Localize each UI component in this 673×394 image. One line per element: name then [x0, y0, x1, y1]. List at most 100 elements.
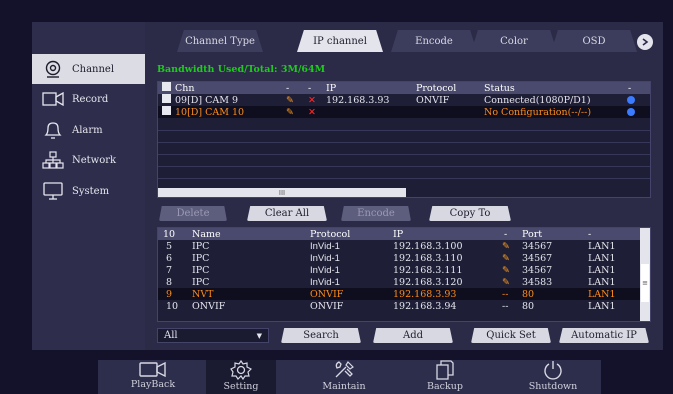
net-cell: LAN1 — [588, 288, 616, 300]
ip-cell: 192.168.3.100 — [393, 240, 463, 252]
net-cell: LAN1 — [588, 252, 616, 264]
edit-cell[interactable]: ✎ — [502, 265, 510, 276]
device-search-table: 10 Name Protocol IP - Port - 5 IPC InVid-1… — [157, 227, 651, 322]
port-cell: 80 — [522, 288, 535, 300]
ip-cell: 192.168.3.111 — [393, 264, 463, 276]
edit-cell[interactable]: -- — [502, 289, 508, 300]
name-cell: ONVIF — [192, 300, 226, 312]
vertical-scrollbar[interactable]: ≡ — [640, 228, 650, 321]
name-cell: IPC — [192, 240, 210, 252]
dock-playback[interactable]: PlayBack — [118, 360, 188, 394]
bandwidth-label: Bandwidth Used/Total: 3M/64M — [157, 64, 326, 75]
edit-icon[interactable]: ✎ — [286, 107, 294, 118]
protocol-cell: InVid-1 — [310, 264, 340, 276]
connect-icon[interactable] — [627, 108, 635, 116]
protocol-cell: ONVIF — [310, 288, 344, 300]
delete-button[interactable]: Delete — [159, 206, 227, 221]
delete-icon[interactable]: ✕ — [308, 95, 316, 106]
search-button[interactable]: Search — [281, 328, 361, 343]
dock-setting[interactable]: Setting — [206, 360, 276, 394]
tab-encode[interactable]: Encode — [391, 30, 477, 52]
dock-backup[interactable]: Backup — [410, 360, 480, 394]
chn-cell: 10[D] CAM 10 — [175, 106, 245, 118]
table-row[interactable]: 10[D] CAM 10 ✎ ✕ No Configuration(--/--) — [158, 106, 650, 118]
header-checkbox[interactable] — [162, 82, 171, 94]
tab-next-button[interactable] — [637, 34, 653, 50]
col-protocol: Protocol — [416, 82, 457, 94]
edit-cell[interactable]: ✎ — [502, 277, 510, 288]
dock-maintain[interactable]: Maintain — [309, 360, 379, 394]
bottom-dock: PlayBack Setting Maintain Backup Shutdow… — [98, 360, 601, 394]
ip-cell: 192.168.3.94 — [393, 300, 457, 312]
camera-lens-icon — [42, 60, 64, 78]
name-cell: NVT — [192, 288, 214, 300]
dock-label: Setting — [223, 381, 259, 392]
col-delete: - — [308, 82, 312, 94]
clear-all-button[interactable]: Clear All — [247, 206, 327, 221]
sidebar-item-label: System — [72, 185, 110, 197]
encode-button[interactable]: Encode — [341, 206, 411, 221]
scroll-thumb[interactable]: ≡ — [641, 264, 649, 302]
sidebar-item-channel[interactable]: Channel — [32, 54, 145, 84]
table-row[interactable]: 5 IPC InVid-1 192.168.3.100 ✎ 34567 LAN1 — [158, 240, 650, 252]
device-table-header: 10 Name Protocol IP - Port - — [158, 228, 650, 240]
edit-cell[interactable]: ✎ — [502, 253, 510, 264]
col-edit: - — [504, 228, 508, 240]
playback-icon — [139, 361, 166, 378]
channel-table: Chn - - IP Protocol Status - 09[D] CAM 9… — [157, 81, 651, 198]
sidebar-item-record[interactable]: Record — [32, 84, 145, 114]
col-protocol: Protocol — [310, 228, 351, 240]
chn-cell: 09[D] CAM 9 — [175, 94, 239, 106]
grid-line — [158, 130, 650, 131]
edit-icon[interactable]: ✎ — [286, 95, 294, 106]
sidebar-item-label: Network — [72, 154, 117, 166]
tab-osd[interactable]: OSD — [551, 30, 637, 52]
sidebar-item-alarm[interactable]: Alarm — [32, 115, 145, 145]
table-row[interactable]: 10 ONVIF ONVIF 192.168.3.94 -- 80 LAN1 — [158, 300, 650, 312]
sidebar-item-label: Alarm — [72, 124, 103, 136]
grid-line — [158, 154, 650, 155]
row-checkbox[interactable] — [162, 94, 171, 106]
col-ip: IP — [393, 228, 404, 240]
connect-icon[interactable] — [627, 96, 635, 104]
delete-icon[interactable]: ✕ — [308, 107, 316, 118]
filter-dropdown[interactable]: All ▼ — [157, 328, 269, 343]
table-row[interactable]: 6 IPC InVid-1 192.168.3.110 ✎ 34567 LAN1 — [158, 252, 650, 264]
edit-cell[interactable]: ✎ — [502, 241, 510, 252]
col-ip: IP — [326, 82, 337, 94]
protocol-cell: InVid-1 — [310, 276, 340, 288]
edit-cell[interactable]: -- — [502, 301, 508, 312]
no-cell: 8 — [166, 276, 173, 288]
quick-set-button[interactable]: Quick Set — [471, 328, 551, 343]
sidebar-item-system[interactable]: System — [32, 176, 145, 206]
automatic-ip-button[interactable]: Automatic IP — [559, 328, 649, 343]
port-cell: 34567 — [522, 252, 553, 264]
sidebar-item-network[interactable]: Network — [32, 145, 145, 175]
dock-shutdown[interactable]: Shutdown — [518, 360, 588, 394]
port-cell: 34567 — [522, 264, 553, 276]
table-row[interactable]: 8 IPC InVid-1 192.168.3.120 ✎ 34583 LAN1 — [158, 276, 650, 288]
sidebar-item-label: Record — [72, 93, 109, 105]
table-row[interactable]: 09[D] CAM 9 ✎ ✕ 192.168.3.93 ONVIF Conne… — [158, 94, 650, 106]
horizontal-scrollbar[interactable]: III — [158, 188, 406, 197]
col-count: 10 — [163, 228, 176, 240]
col-name: Name — [192, 228, 221, 240]
tab-color[interactable]: Color — [471, 30, 557, 52]
ip-cell: 192.168.3.93 — [393, 288, 457, 300]
protocol-cell: ONVIF — [416, 94, 450, 106]
status-cell: No Configuration(--/--) — [484, 106, 592, 118]
add-button[interactable]: Add — [373, 328, 453, 343]
monitor-icon — [42, 182, 64, 200]
col-net: - — [588, 228, 592, 240]
tab-channel-type[interactable]: Channel Type — [177, 30, 263, 52]
copy-to-button[interactable]: Copy To — [429, 206, 511, 221]
no-cell: 9 — [166, 288, 173, 300]
col-chn: Chn — [175, 82, 195, 94]
col-action: - — [628, 82, 632, 94]
row-checkbox[interactable] — [162, 106, 171, 118]
table-row[interactable]: 7 IPC InVid-1 192.168.3.111 ✎ 34567 LAN1 — [158, 264, 650, 276]
tab-ip-channel[interactable]: IP channel — [297, 30, 383, 52]
table-row[interactable]: 9 NVT ONVIF 192.168.3.93 -- 80 LAN1 — [158, 288, 650, 300]
net-cell: LAN1 — [588, 264, 616, 276]
filter-value: All — [164, 330, 178, 341]
